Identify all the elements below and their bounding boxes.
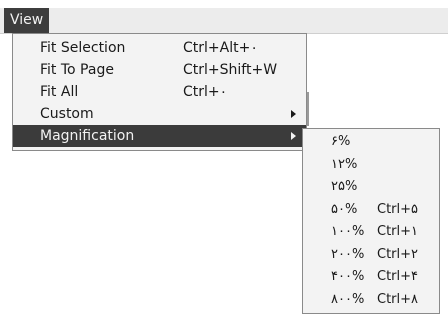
menu-item-shortcut: Ctrl+Shift+W (183, 62, 278, 78)
menu-item-label: Fit Selection (40, 40, 126, 56)
menu-item-shortcut: Ctrl+٠ (183, 84, 228, 100)
menu-item-label: Fit All (40, 84, 79, 100)
zoom-label: ۴۰۰% (331, 269, 365, 284)
zoom-option-400[interactable]: ۴۰۰% Ctrl+۴ (303, 266, 439, 289)
menu-item-label: Fit To Page (40, 62, 114, 78)
zoom-option-100[interactable]: ۱۰۰% Ctrl+۱ (303, 221, 439, 244)
zoom-label: ۵۰% (331, 201, 358, 217)
zoom-label: ۱۰۰% (331, 224, 365, 239)
zoom-shortcut: Ctrl+۱ (377, 224, 419, 239)
menu-shadow (307, 92, 309, 126)
magnification-submenu: ۶% ۱۲% ۲۵% ۵۰% Ctrl+۵ ۱۰۰% Ctrl+۱ ۲۰۰% C… (302, 128, 440, 314)
zoom-option-12[interactable]: ۱۲% (303, 154, 439, 177)
submenu-arrow-icon (291, 132, 296, 140)
menu-item-fit-selection[interactable]: Fit Selection Ctrl+Alt+٠ (13, 37, 306, 59)
zoom-label: ۲۰۰% (331, 246, 365, 262)
zoom-shortcut: Ctrl+۴ (377, 269, 419, 284)
menu-item-magnification[interactable]: Magnification (13, 125, 306, 147)
submenu-arrow-icon (291, 110, 296, 118)
menu-item-label: Custom (40, 106, 94, 122)
zoom-option-200[interactable]: ۲۰۰% Ctrl+۲ (303, 244, 439, 267)
zoom-shortcut: Ctrl+۵ (377, 201, 419, 217)
menu-item-custom[interactable]: Custom (13, 103, 306, 125)
menu-item-shortcut: Ctrl+Alt+٠ (183, 40, 258, 56)
menu-item-fit-all[interactable]: Fit All Ctrl+٠ (13, 81, 306, 103)
zoom-label: ۱۲% (331, 156, 358, 172)
zoom-label: ۲۵% (331, 179, 358, 194)
menu-view[interactable]: View (4, 8, 50, 33)
view-dropdown-menu: Fit Selection Ctrl+Alt+٠ Fit To Page Ctr… (12, 33, 307, 151)
zoom-option-50[interactable]: ۵۰% Ctrl+۵ (303, 199, 439, 222)
zoom-option-25[interactable]: ۲۵% (303, 176, 439, 199)
zoom-shortcut: Ctrl+۲ (377, 246, 419, 262)
app-window: View Fit Selection Ctrl+Alt+٠ Fit To Pag… (0, 0, 448, 314)
menu-item-label: Magnification (40, 128, 135, 144)
zoom-option-6[interactable]: ۶% (303, 131, 439, 154)
zoom-label: ۶% (331, 134, 351, 149)
zoom-label: ۸۰۰% (331, 291, 365, 307)
menu-bar: View (0, 8, 448, 34)
zoom-shortcut: Ctrl+۸ (377, 291, 419, 307)
menu-item-fit-to-page[interactable]: Fit To Page Ctrl+Shift+W (13, 59, 306, 81)
zoom-option-800[interactable]: ۸۰۰% Ctrl+۸ (303, 289, 439, 312)
